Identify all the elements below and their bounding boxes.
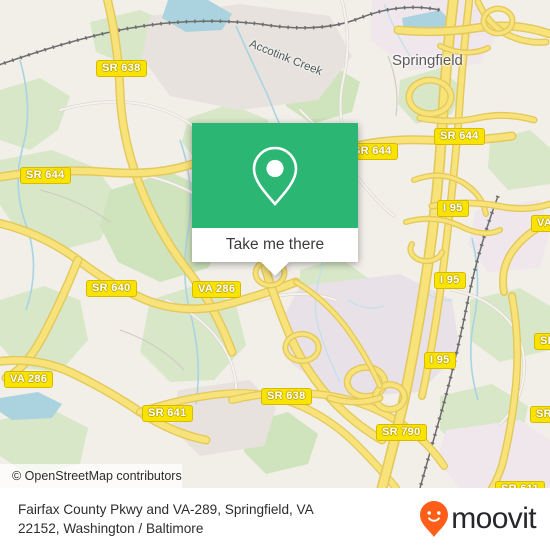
- map-canvas[interactable]: .grn { fill:#d7e7c8; } .grn2 { fill:#cfe…: [0, 0, 550, 488]
- road-shield-va-286-center[interactable]: VA 286: [192, 281, 242, 298]
- address-block: Fairfax County Pkwy and VA-289, Springfi…: [18, 500, 314, 538]
- road-shield-sr-edge-lower[interactable]: SR: [530, 406, 550, 423]
- attribution-text: © OpenStreetMap contributors: [12, 469, 182, 483]
- road-shield-sr-edge-upper[interactable]: SR: [534, 333, 550, 350]
- map-pin-icon: [252, 146, 298, 206]
- address-line-2: 22152, Washington / Baltimore: [18, 521, 204, 536]
- road-shield-sr-790[interactable]: SR 790: [376, 424, 427, 441]
- road-shield-i-95-mid[interactable]: I 95: [434, 272, 466, 289]
- road-shield-sr-644-east[interactable]: SR 644: [434, 128, 485, 145]
- road-shield-sr-611[interactable]: SR 611: [495, 481, 545, 488]
- take-me-there-label: Take me there: [225, 236, 325, 253]
- moovit-pin-smiley-icon: [420, 501, 449, 537]
- callout-tail-pointer: [261, 262, 289, 276]
- address-line-1: Fairfax County Pkwy and VA-289, Springfi…: [18, 502, 314, 517]
- road-shield-sr-641[interactable]: SR 641: [142, 405, 193, 422]
- map-place-label-springfield: Springfield: [392, 52, 463, 69]
- road-shield-i-95-south[interactable]: I 95: [424, 352, 456, 369]
- road-shield-sr-638-north[interactable]: SR 638: [96, 60, 147, 77]
- road-shield-va-edge[interactable]: VA: [531, 215, 550, 232]
- road-shield-sr-644-west[interactable]: SR 644: [20, 167, 71, 184]
- footer-bar: Fairfax County Pkwy and VA-289, Springfi…: [0, 488, 550, 550]
- road-shield-i-95-north[interactable]: I 95: [437, 200, 469, 217]
- map-attribution[interactable]: © OpenStreetMap contributors: [0, 464, 182, 488]
- callout-action-area[interactable]: Take me there: [192, 228, 358, 262]
- callout-icon-area: [192, 123, 358, 228]
- road-shield-va-286-west[interactable]: VA 286: [4, 371, 54, 388]
- moovit-wordmark: moovit: [451, 502, 536, 535]
- moovit-brand[interactable]: moovit: [419, 500, 537, 538]
- road-shield-sr-640[interactable]: SR 640: [86, 280, 137, 297]
- road-shield-sr-638-south[interactable]: SR 638: [261, 388, 312, 405]
- destination-callout-card[interactable]: Take me there: [192, 123, 358, 276]
- map-screenshot: .grn { fill:#d7e7c8; } .grn2 { fill:#cfe…: [0, 0, 550, 550]
